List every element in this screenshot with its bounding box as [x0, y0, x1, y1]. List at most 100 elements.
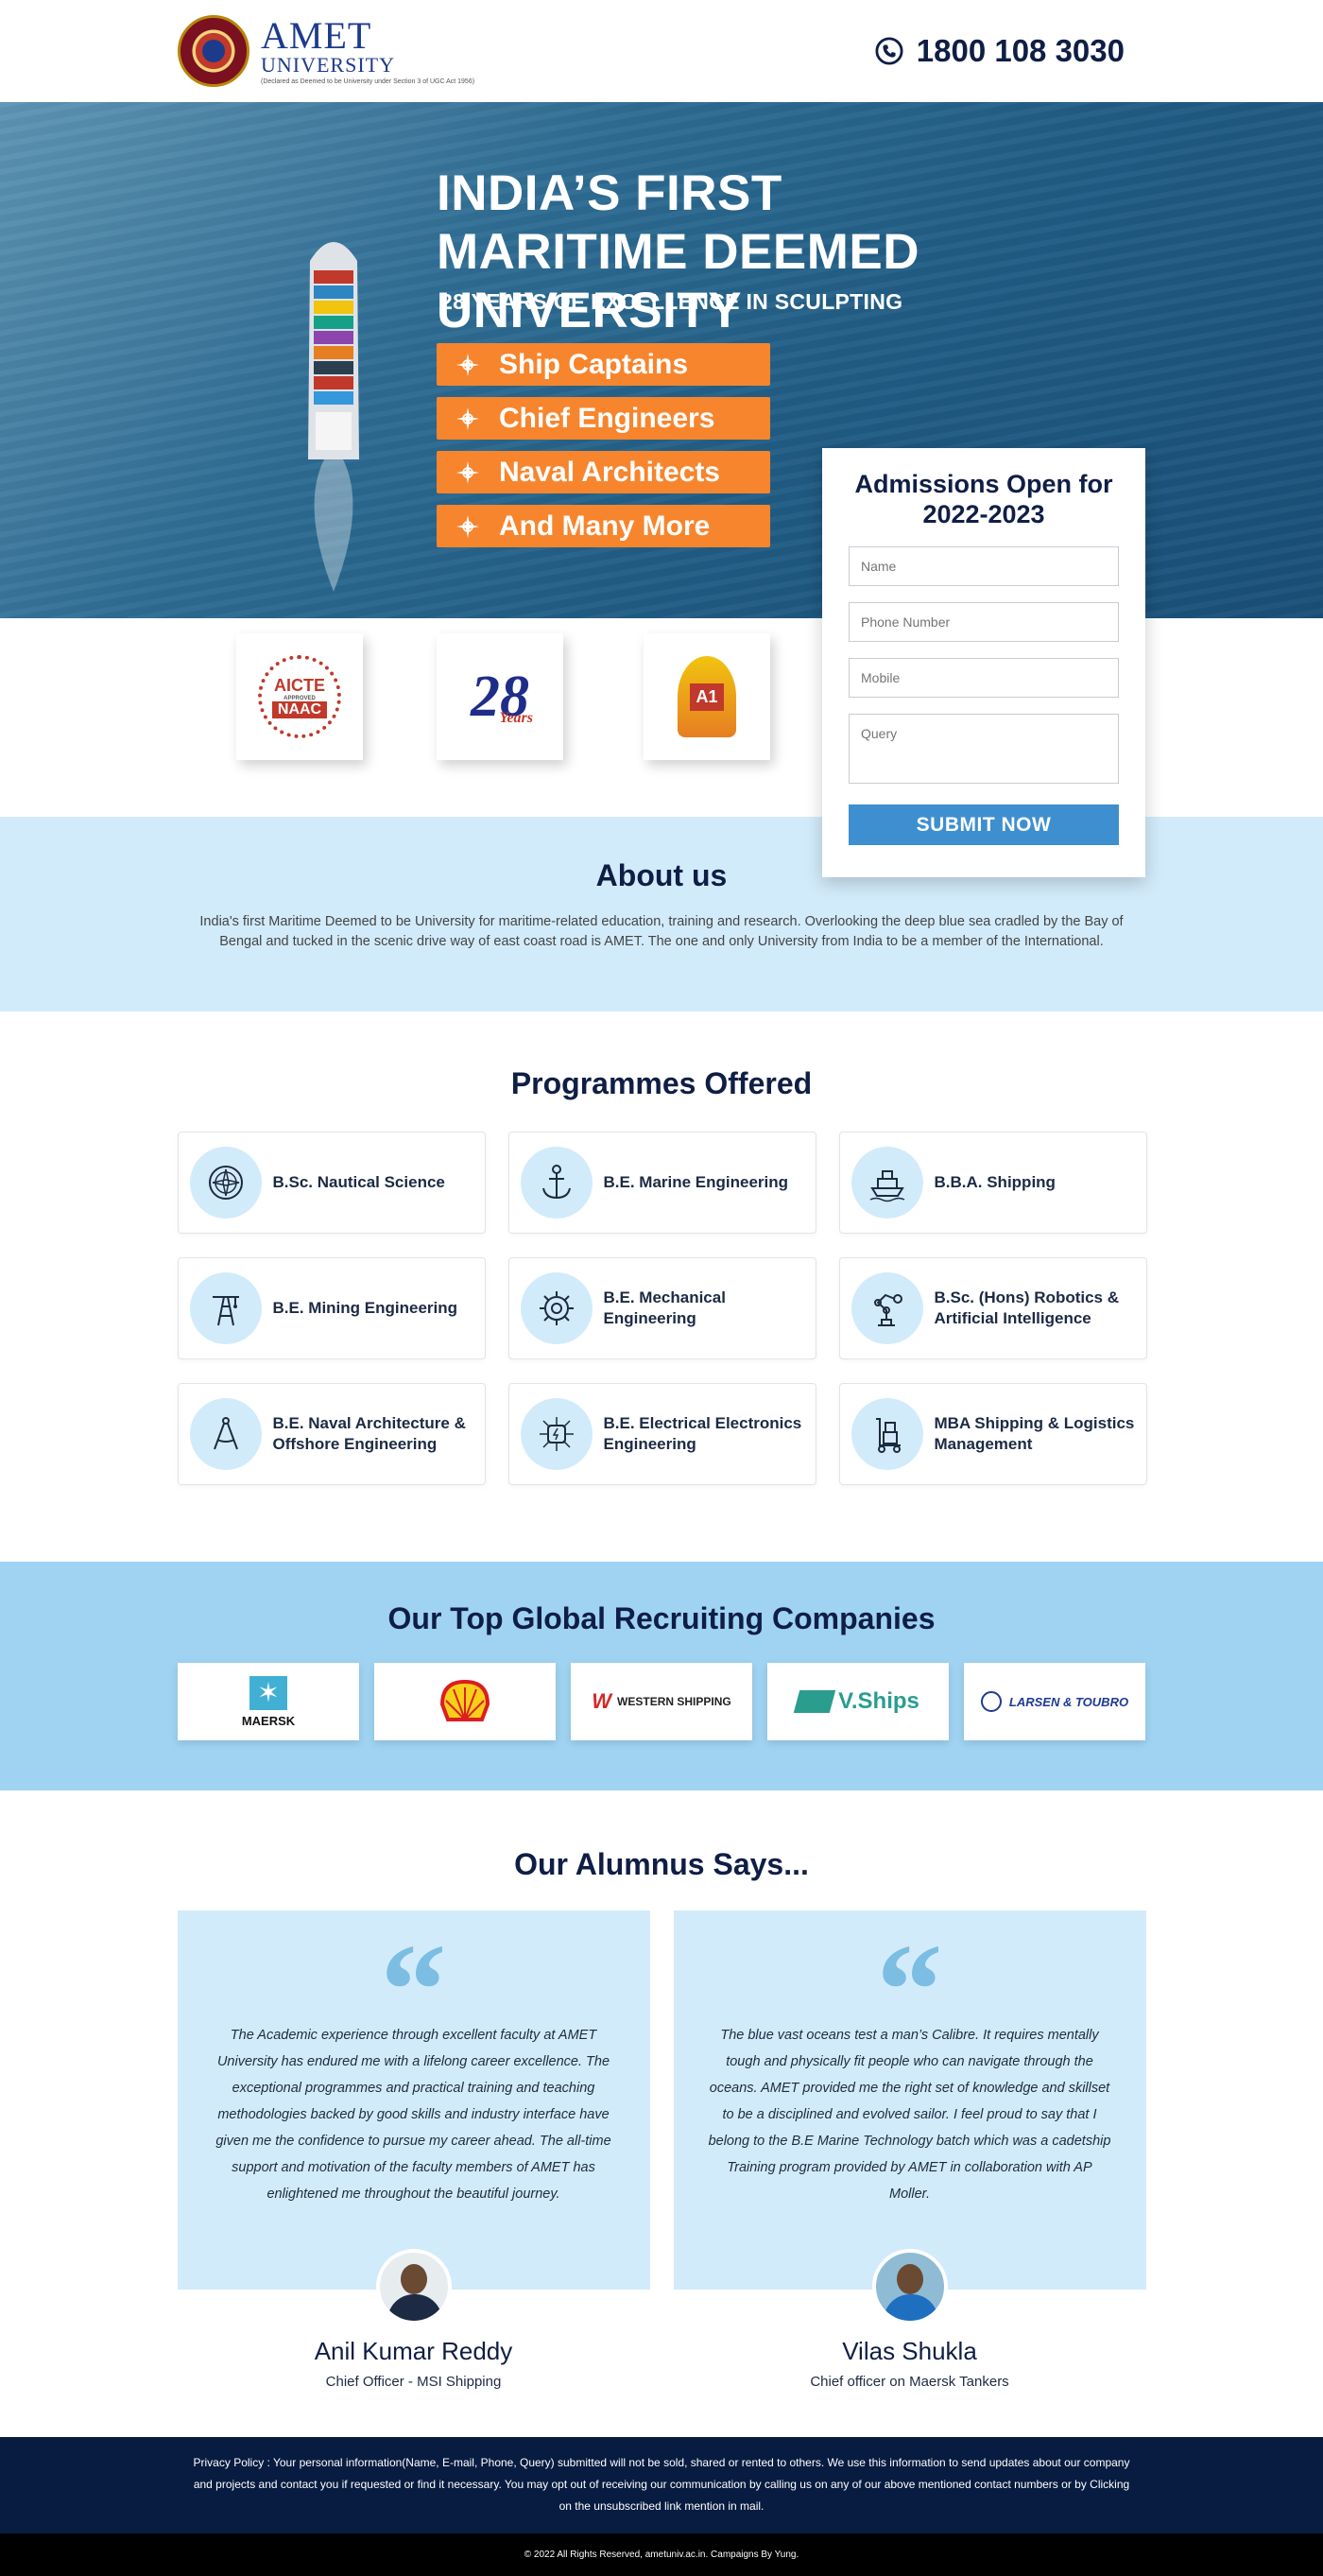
testimonial-box: “ The Academic experience through excell… — [177, 1910, 650, 2290]
western-mark-icon: W — [592, 1689, 612, 1713]
name-input[interactable] — [849, 546, 1119, 586]
rating-seal-icon: A1 — [678, 656, 736, 737]
shell-logo — [374, 1663, 556, 1740]
pill-label: Naval Architects — [499, 456, 720, 488]
compass-star-icon — [456, 406, 479, 430]
years-number: 28 Years — [471, 664, 533, 731]
avatar-head — [400, 2264, 427, 2294]
cargo-ship-image — [308, 242, 359, 592]
robot-arm-icon — [850, 1272, 923, 1344]
testimonial-name: Anil Kumar Reddy — [314, 2337, 513, 2365]
copyright-text: © 2022 All Rights Reserved, ametuniv.ac.… — [524, 2550, 799, 2560]
hero-banner: INDIA’S FIRST MARITIME DEEMED UNIVERSITY… — [0, 102, 1323, 877]
company-name: WESTERN SHIPPING — [617, 1695, 731, 1708]
programme-label: B.B.A. Shipping — [934, 1173, 1056, 1191]
ship-icon — [850, 1147, 923, 1219]
phone-number-input[interactable] — [849, 602, 1119, 642]
testimonials: “ The Academic experience through excell… — [177, 1910, 1146, 2390]
28-years-badge: 28 Years — [437, 633, 563, 760]
admission-form: Admissions Open for 2022-2023 SUBMIT NOW — [822, 448, 1145, 877]
laurel-icon: AICTE APPROVED NAAC — [258, 655, 341, 738]
phone-icon — [875, 37, 903, 65]
years-label: Years — [499, 709, 533, 726]
programme-card-robotics-ai[interactable]: B.Sc. (Hons) Robotics & Artificial Intel… — [838, 1257, 1147, 1359]
compass-star-icon — [456, 460, 479, 484]
testimonial-box: “ The blue vast oceans test a man’s Cali… — [673, 1910, 1146, 2290]
programme-card-nautical-science[interactable]: B.Sc. Nautical Science — [177, 1132, 486, 1234]
landing-page: AMET UNIVERSITY (Declared as Deemed to b… — [0, 0, 1323, 2576]
programme-card-bba-shipping[interactable]: B.B.A. Shipping — [838, 1132, 1147, 1234]
copyright-bar: © 2022 All Rights Reserved, ametuniv.ac.… — [0, 2533, 1323, 2576]
pill-ship-captains: Ship Captains — [437, 343, 770, 386]
programme-label: MBA Shipping & Logistics Management — [934, 1414, 1135, 1453]
compass-icon — [189, 1147, 262, 1219]
logo-sub: UNIVERSITY — [261, 53, 395, 77]
programme-label: B.E. Mining Engineering — [272, 1299, 458, 1317]
avatar — [871, 2249, 948, 2325]
phone-link[interactable]: 1800 108 3030 — [875, 33, 1125, 69]
hand-truck-icon — [850, 1398, 923, 1470]
testimonial-card: “ The Academic experience through excell… — [177, 1910, 650, 2390]
a1-rating-badge: A1 — [644, 633, 770, 760]
phone-number: 1800 108 3030 — [916, 33, 1125, 68]
testimonial-role: Chief Officer - MSI Shipping — [325, 2374, 502, 2390]
programme-card-mechanical-engineering[interactable]: B.E. Mechanical Engineering — [507, 1257, 816, 1359]
programme-label: B.Sc. (Hons) Robotics & Artificial Intel… — [934, 1288, 1120, 1327]
company-name: LARSEN & TOUBRO — [1008, 1694, 1129, 1709]
quote-icon: “ — [876, 1917, 943, 2064]
programme-label: B.E. Marine Engineering — [603, 1173, 789, 1191]
aicte-naac-badge: AICTE APPROVED NAAC — [236, 633, 363, 760]
programme-card-mining-engineering[interactable]: B.E. Mining Engineering — [177, 1257, 486, 1359]
naac-text: NAAC — [271, 700, 328, 718]
mobile-input[interactable] — [849, 658, 1119, 698]
programme-card-mba-shipping-logistics[interactable]: MBA Shipping & Logistics Management — [838, 1383, 1147, 1485]
programme-label: B.E. Naval Architecture & Offshore Engin… — [272, 1414, 466, 1453]
recruiters-title: Our Top Global Recruiting Companies — [387, 1601, 936, 1635]
gear-wrench-icon — [520, 1272, 593, 1344]
pill-label: Chief Engineers — [499, 402, 715, 434]
programme-card-electrical-electronics[interactable]: B.E. Electrical Electronics Engineering — [507, 1383, 816, 1485]
query-textarea[interactable] — [849, 714, 1119, 784]
testimonial-card: “ The blue vast oceans test a man’s Cali… — [673, 1910, 1146, 2390]
programmes-grid: B.Sc. Nautical Science B.E. Marine Engin… — [177, 1132, 1147, 1485]
mining-rig-icon — [189, 1272, 262, 1344]
pill-many-more: And Many More — [437, 505, 770, 547]
avatar-head — [896, 2264, 923, 2294]
anchor-icon — [520, 1147, 593, 1219]
pill-label: And Many More — [499, 510, 711, 542]
compass-star-icon — [456, 514, 479, 538]
avatar-body — [883, 2294, 938, 2321]
vships-logo: V.Ships — [767, 1663, 949, 1740]
maersk-logo: ✶ MAERSK — [178, 1663, 359, 1740]
drafting-compass-icon — [189, 1398, 262, 1470]
company-name: MAERSK — [241, 1713, 296, 1728]
company-logos: ✶ MAERSK W WESTERN SHIPPING V.Ships LARS… — [0, 1663, 1323, 1740]
programme-label: B.E. Electrical Electronics Engineering — [603, 1414, 802, 1453]
pill-chief-engineers: Chief Engineers — [437, 397, 770, 440]
testimonial-text: The blue vast oceans test a man’s Calibr… — [708, 2028, 1111, 2202]
larsen-toubro-logo: LARSEN & TOUBRO — [964, 1663, 1145, 1740]
logo-tagline: (Declared as Deemed to be University und… — [261, 78, 475, 85]
lt-mark-icon — [980, 1691, 1002, 1712]
quote-icon: “ — [380, 1917, 447, 2064]
programme-label: B.E. Mechanical Engineering — [603, 1288, 726, 1327]
pill-naval-architects: Naval Architects — [437, 451, 770, 493]
programme-card-marine-engineering[interactable]: B.E. Marine Engineering — [507, 1132, 816, 1234]
logo-text: AMET UNIVERSITY (Declared as Deemed to b… — [261, 14, 475, 86]
vships-mark-icon — [793, 1690, 836, 1713]
avatar-body — [387, 2294, 442, 2321]
about-text: India's first Maritime Deemed to be Univ… — [199, 914, 1124, 949]
circuit-icon — [520, 1398, 593, 1470]
alumni-title: Our Alumnus Says... — [514, 1847, 809, 1881]
form-title: Admissions Open for 2022-2023 — [854, 470, 1113, 528]
footer: Privacy Policy : Your personal informati… — [0, 2437, 1323, 2533]
programme-card-naval-architecture[interactable]: B.E. Naval Architecture & Offshore Engin… — [177, 1383, 486, 1485]
a1-text: A1 — [690, 683, 724, 711]
university-logo[interactable]: AMET UNIVERSITY (Declared as Deemed to b… — [178, 15, 474, 87]
avatar — [375, 2249, 452, 2325]
testimonial-name: Vilas Shukla — [842, 2337, 977, 2365]
logo-name: AMET — [261, 14, 372, 57]
testimonial-text: The Academic experience through excellen… — [215, 2028, 611, 2202]
submit-button[interactable]: SUBMIT NOW — [849, 804, 1119, 845]
aicte-text: AICTE — [274, 675, 325, 695]
